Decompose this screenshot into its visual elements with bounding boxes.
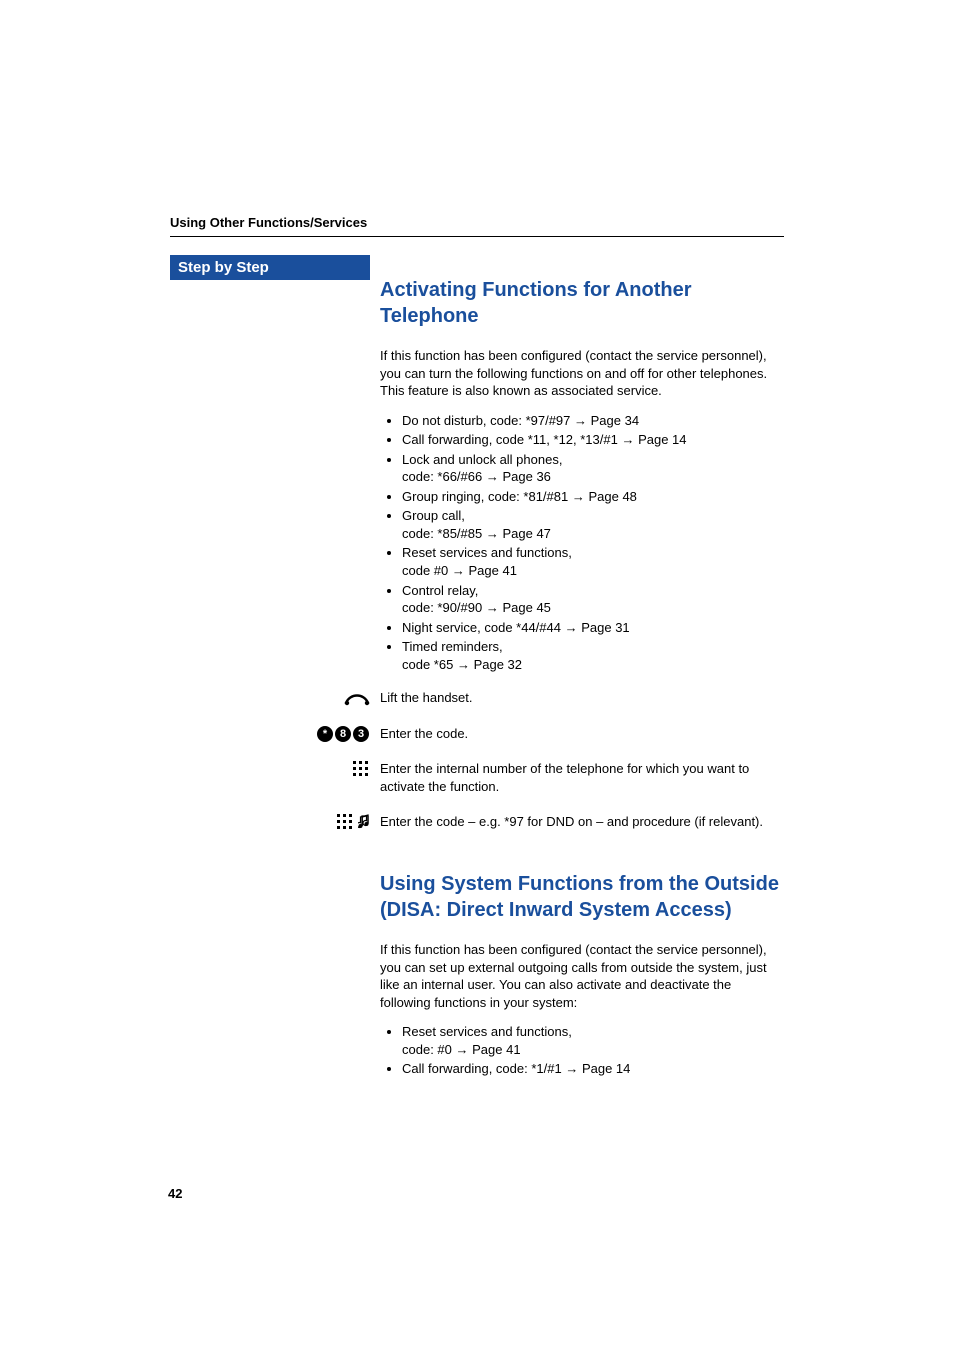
arrow-icon: →: [457, 657, 474, 672]
list-item: Control relay, code: *90/#90 → Page 45: [402, 582, 784, 617]
code-star-8-3-icon: *83: [280, 725, 370, 743]
step-row: *83 Enter the code.: [380, 725, 784, 743]
page-link[interactable]: Page 34: [591, 413, 639, 428]
page-number: 42: [168, 1186, 182, 1201]
list-item: Reset services and functions, code #0 → …: [402, 544, 784, 579]
header-rule: [170, 236, 784, 237]
step-text: Enter the code – e.g. *97 for DND on – a…: [380, 813, 784, 831]
arrow-icon: →: [486, 600, 503, 615]
list-item: Reset services and functions, code: #0 →…: [402, 1023, 784, 1058]
list-item: Timed reminders, code *65 → Page 32: [402, 638, 784, 673]
section2-intro: If this function has been configured (co…: [380, 941, 784, 1011]
keypad-tone-icon: [280, 813, 370, 831]
list-item: Do not disturb, code: *97/#97 → Page 34: [402, 412, 784, 430]
step-row: Lift the handset.: [380, 689, 784, 707]
page-link[interactable]: Page 32: [474, 657, 522, 672]
tone-icon: [358, 814, 370, 830]
arrow-icon: →: [486, 469, 503, 484]
arrow-icon: →: [565, 620, 582, 635]
lift-handset-icon: [280, 689, 370, 707]
step-text: Enter the code.: [380, 725, 784, 743]
section1-bullets: Do not disturb, code: *97/#97 → Page 34 …: [380, 412, 784, 674]
page-link[interactable]: Page 41: [472, 1042, 520, 1057]
page-link[interactable]: Page 45: [502, 600, 550, 615]
page-link[interactable]: Page 36: [502, 469, 550, 484]
step-row: Enter the internal number of the telepho…: [380, 760, 784, 795]
list-item: Night service, code *44/#44 → Page 31: [402, 619, 784, 637]
arrow-icon: →: [574, 413, 591, 428]
arrow-icon: →: [486, 526, 503, 541]
key-3-icon: 3: [353, 726, 369, 742]
keypad-icon: [280, 760, 370, 778]
page-link[interactable]: Page 47: [502, 526, 550, 541]
step-row: Enter the code – e.g. *97 for DND on – a…: [380, 813, 784, 831]
page-link[interactable]: Page 31: [581, 620, 629, 635]
key-star-icon: *: [317, 726, 333, 742]
section-heading-disa: Using System Functions from the Outside …: [380, 871, 784, 923]
key-8-icon: 8: [335, 726, 351, 742]
document-page: Using Other Functions/Services Step by S…: [0, 0, 954, 1351]
page-link[interactable]: Page 41: [469, 563, 517, 578]
list-item: Lock and unlock all phones, code: *66/#6…: [402, 451, 784, 486]
arrow-icon: →: [452, 563, 469, 578]
section-heading-activating: Activating Functions for Another Telepho…: [380, 277, 784, 329]
arrow-icon: →: [456, 1042, 473, 1057]
main-content: Activating Functions for Another Telepho…: [380, 277, 784, 1078]
section2-bullets: Reset services and functions, code: #0 →…: [380, 1023, 784, 1078]
step-by-step-label: Step by Step: [170, 255, 370, 280]
list-item: Group ringing, code: *81/#81 → Page 48: [402, 488, 784, 506]
arrow-icon: →: [565, 1061, 582, 1076]
running-header: Using Other Functions/Services: [170, 215, 784, 230]
arrow-icon: →: [621, 432, 638, 447]
step-sidebar: Step by Step: [170, 255, 370, 280]
step-text: Enter the internal number of the telepho…: [380, 760, 784, 795]
list-item: Call forwarding, code *11, *12, *13/#1 →…: [402, 431, 784, 449]
section1-intro: If this function has been configured (co…: [380, 347, 784, 400]
page-link[interactable]: Page 48: [588, 489, 636, 504]
list-item: Call forwarding, code: *1/#1 → Page 14: [402, 1060, 784, 1078]
page-link[interactable]: Page 14: [582, 1061, 630, 1076]
step-text: Lift the handset.: [380, 689, 784, 707]
list-item: Group call, code: *85/#85 → Page 47: [402, 507, 784, 542]
arrow-icon: →: [572, 489, 589, 504]
page-link[interactable]: Page 14: [638, 432, 686, 447]
